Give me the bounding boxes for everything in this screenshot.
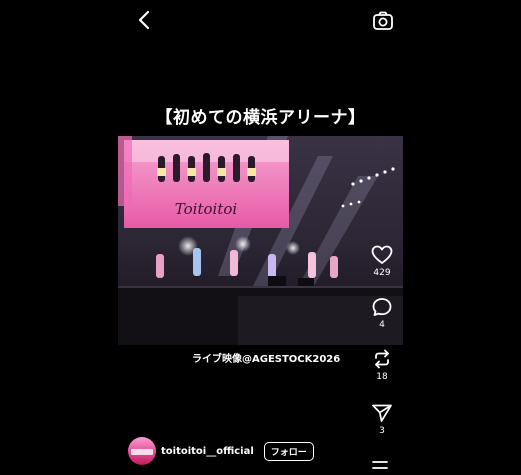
menu-icon [372, 461, 388, 469]
like-count: 429 [373, 268, 391, 278]
share-count: 3 [379, 426, 385, 436]
username[interactable]: toitoitoi__official [161, 446, 254, 457]
screen-logo: Toitoitoi [175, 200, 238, 218]
repost-icon [375, 349, 389, 369]
repost-count: 18 [376, 372, 388, 382]
share-button[interactable]: 3 [360, 403, 404, 436]
chevron-left-icon [138, 10, 150, 30]
comment-count: 4 [379, 320, 385, 330]
like-button[interactable]: 429 [360, 245, 404, 278]
back-button[interactable] [134, 9, 156, 31]
camera-button[interactable] [371, 9, 395, 33]
comment-button[interactable]: 4 [360, 297, 404, 330]
repost-button[interactable]: 18 [360, 349, 404, 382]
heart-icon [371, 245, 393, 264]
camera-icon [373, 11, 393, 30]
top-bar [0, 0, 521, 44]
post-title: 【初めての横浜アリーナ】 [155, 108, 366, 128]
menu-button[interactable] [371, 456, 389, 469]
video-caption: ライブ映像@AGESTOCK2026 [192, 354, 341, 365]
follow-button[interactable]: フォロー [263, 441, 314, 461]
send-icon [372, 404, 392, 422]
account-row: toitoitoi__official フォロー [128, 437, 314, 465]
comment-icon [372, 298, 392, 316]
avatar[interactable] [128, 437, 156, 465]
